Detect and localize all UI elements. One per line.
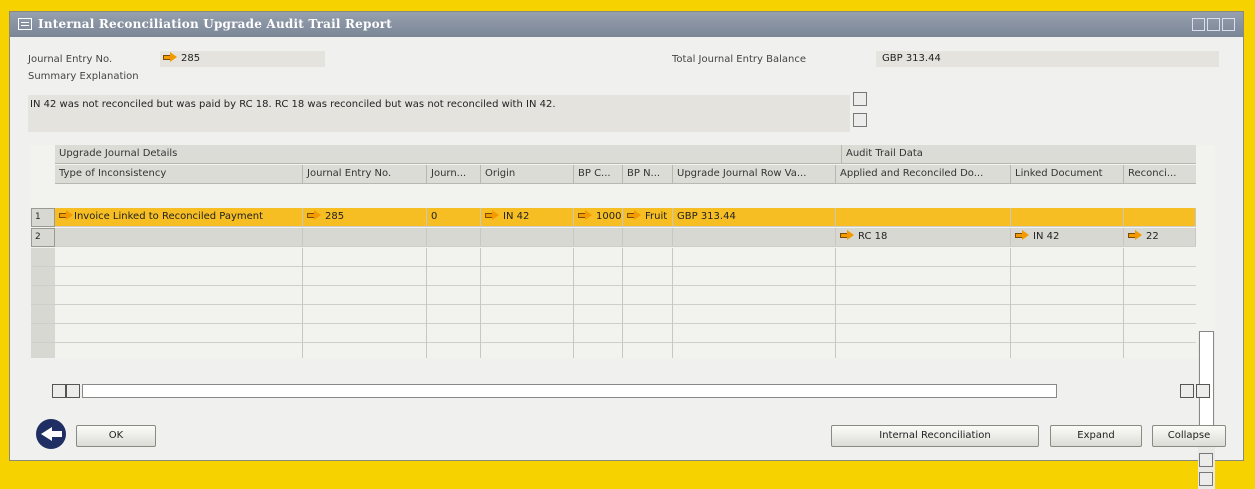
journal-entry-label: Journal Entry No.: [28, 54, 113, 65]
col-divider: [1010, 248, 1011, 358]
close-icon[interactable]: [1222, 18, 1235, 31]
cell-je-no[interactable]: 285: [303, 208, 427, 227]
table-row[interactable]: 1 Invoice Linked to Reconciled Payment 2…: [31, 208, 1196, 227]
scroll-right-icon[interactable]: [1196, 384, 1210, 398]
ok-button[interactable]: OK: [76, 425, 156, 447]
cell-type-text: Invoice Linked to Reconciled Payment: [74, 211, 264, 222]
link-arrow-icon[interactable]: [485, 210, 499, 220]
horizontal-scrollbar[interactable]: [52, 384, 1214, 398]
col-linked-document[interactable]: Linked Document: [1011, 165, 1124, 184]
col-applied-reconciled[interactable]: Applied and Reconciled Do...: [836, 165, 1011, 184]
cell-origin[interactable]: IN 42: [481, 208, 574, 227]
scroll-left-icon[interactable]: [52, 384, 66, 398]
col-divider: [573, 248, 574, 358]
cell-bp-code-text: 1000: [596, 211, 622, 222]
scroll-up-icon[interactable]: [853, 92, 867, 106]
report-window: Internal Reconciliation Upgrade Audit Tr…: [9, 11, 1244, 489]
cell-journ[interactable]: 0: [427, 208, 481, 227]
minimize-icon[interactable]: [1192, 18, 1205, 31]
cell-origin-text: IN 42: [503, 211, 530, 222]
audit-grid: Upgrade Journal Details Audit Trail Data…: [31, 145, 1215, 489]
link-arrow-icon[interactable]: [627, 210, 641, 220]
col-divider: [622, 248, 623, 358]
table-row[interactable]: 2 RC 18 IN 42 22: [31, 228, 1196, 247]
vertical-scrollbar[interactable]: [1198, 331, 1215, 489]
col-origin[interactable]: Origin: [481, 165, 574, 184]
cell-bp-code[interactable]: 1000: [574, 208, 623, 227]
expand-button[interactable]: Expand: [1050, 425, 1142, 447]
scroll-down-icon[interactable]: [1199, 472, 1213, 486]
col-divider: [672, 248, 673, 358]
col-divider: [835, 248, 836, 358]
scroll-left-icon[interactable]: [1180, 384, 1194, 398]
link-arrow-icon[interactable]: [840, 230, 854, 240]
col-bp-name[interactable]: BP N...: [623, 165, 673, 184]
maximize-icon[interactable]: [1207, 18, 1220, 31]
col-journ[interactable]: Journ...: [427, 165, 481, 184]
scroll-right-icon[interactable]: [66, 384, 80, 398]
cell-bp-name-text: Fruit: [645, 211, 668, 222]
cell-reconci[interactable]: 22: [1124, 228, 1196, 247]
col-reconci[interactable]: Reconci...: [1124, 165, 1196, 184]
row-number[interactable]: 1: [31, 208, 55, 227]
empty-rows: [31, 248, 1196, 358]
group-header-audit: Audit Trail Data: [841, 145, 1196, 164]
cell-type[interactable]: [55, 228, 303, 247]
cell-bp-name[interactable]: [623, 228, 673, 247]
total-balance-field: GBP 313.44: [876, 51, 1219, 67]
journal-entry-field[interactable]: 285: [160, 51, 325, 67]
col-divider: [426, 248, 427, 358]
collapse-button[interactable]: Collapse: [1152, 425, 1226, 447]
scroll-up-icon[interactable]: [1199, 453, 1213, 467]
cell-applied-text: RC 18: [858, 231, 888, 242]
cell-bp-name[interactable]: Fruit: [623, 208, 673, 227]
expand-arrow-icon[interactable]: [59, 210, 73, 220]
col-divider: [480, 248, 481, 358]
col-journal-entry-no[interactable]: Journal Entry No.: [303, 165, 427, 184]
window-icon: [18, 18, 32, 30]
link-arrow-icon[interactable]: [1128, 230, 1142, 240]
cell-origin[interactable]: [481, 228, 574, 247]
horizontal-scroll-thumb[interactable]: [82, 384, 1057, 398]
cell-linked[interactable]: IN 42: [1011, 228, 1124, 247]
cell-linked-text: IN 42: [1033, 231, 1060, 242]
cell-linked[interactable]: [1011, 208, 1124, 227]
title-bar[interactable]: Internal Reconciliation Upgrade Audit Tr…: [10, 12, 1243, 37]
back-navigation-icon[interactable]: [36, 419, 66, 449]
cell-je-no[interactable]: [303, 228, 427, 247]
window-title: Internal Reconciliation Upgrade Audit Tr…: [38, 17, 393, 31]
internal-reconciliation-button[interactable]: Internal Reconciliation: [831, 425, 1039, 447]
total-balance-label: Total Journal Entry Balance: [672, 54, 806, 65]
cell-reconci[interactable]: [1124, 208, 1196, 227]
cell-upgrade-row-value[interactable]: GBP 313.44: [673, 208, 836, 227]
link-arrow-icon[interactable]: [1015, 230, 1029, 240]
cell-applied[interactable]: RC 18: [836, 228, 1011, 247]
cell-bp-code[interactable]: [574, 228, 623, 247]
row-number[interactable]: 2: [31, 228, 55, 247]
col-upgrade-row-value[interactable]: Upgrade Journal Row Va...: [673, 165, 836, 184]
cell-upgrade-row-value[interactable]: [673, 228, 836, 247]
cell-type[interactable]: Invoice Linked to Reconciled Payment: [55, 208, 303, 227]
journal-entry-value: 285: [181, 53, 201, 64]
cell-applied[interactable]: [836, 208, 1011, 227]
group-header-upgrade: Upgrade Journal Details: [55, 145, 841, 164]
cell-journ[interactable]: [427, 228, 481, 247]
cell-reconci-text: 22: [1146, 231, 1159, 242]
summary-label: Summary Explanation: [28, 71, 139, 82]
col-type-of-inconsistency[interactable]: Type of Inconsistency: [55, 165, 303, 184]
col-divider: [1123, 248, 1124, 358]
link-arrow-icon[interactable]: [163, 52, 177, 62]
summary-explanation[interactable]: IN 42 was not reconciled but was paid by…: [28, 95, 850, 132]
link-arrow-icon[interactable]: [578, 210, 592, 220]
col-divider: [302, 248, 303, 358]
cell-je-no-text: 285: [325, 211, 345, 222]
col-bp-code[interactable]: BP C...: [574, 165, 623, 184]
scroll-down-icon[interactable]: [853, 113, 867, 127]
link-arrow-icon[interactable]: [307, 210, 321, 220]
